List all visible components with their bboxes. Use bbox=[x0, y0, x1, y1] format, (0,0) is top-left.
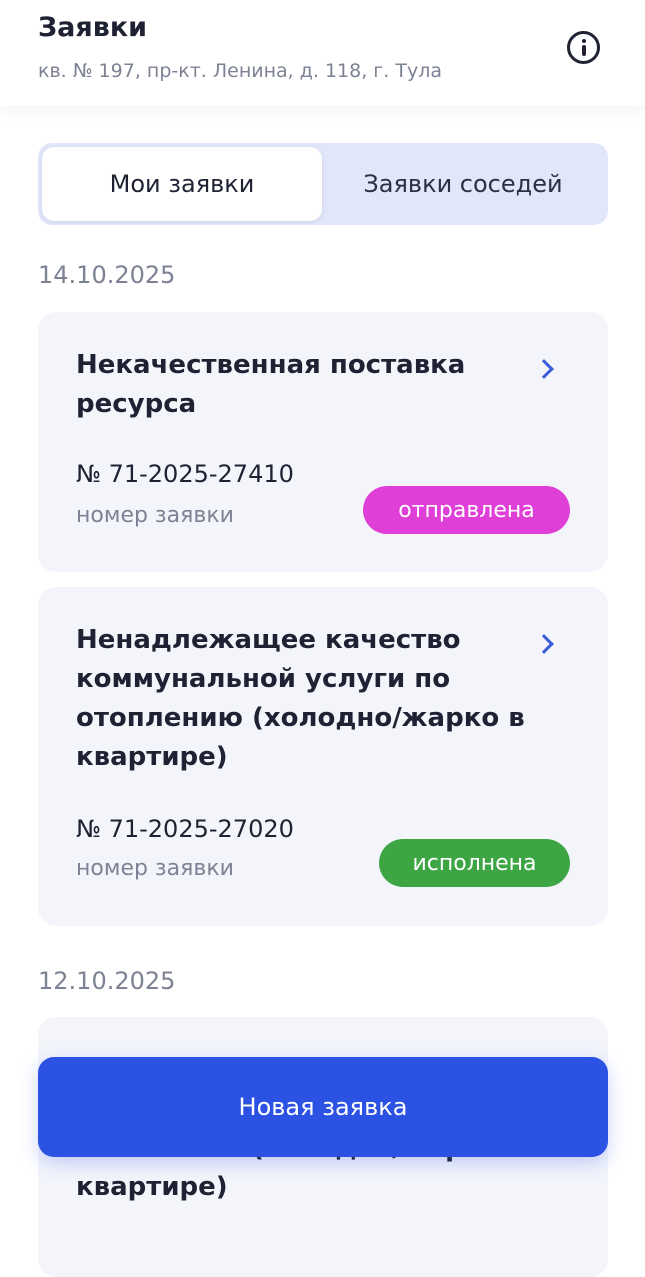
info-icon[interactable] bbox=[567, 31, 600, 64]
chevron-right-icon bbox=[534, 359, 554, 379]
info-icon-stem bbox=[581, 45, 586, 56]
date-group-label: 12.10.2025 bbox=[38, 967, 176, 995]
request-card[interactable]: Ненадлежащее качество коммунальной услуг… bbox=[38, 587, 608, 926]
request-number: № 71-2025-27020 bbox=[76, 815, 294, 843]
chevron-right-icon bbox=[534, 634, 554, 654]
tab-my-requests[interactable]: Мои заявки bbox=[42, 147, 322, 221]
request-number: № 71-2025-27410 bbox=[76, 460, 294, 488]
request-title: Некачественная поставка ресурса bbox=[76, 350, 466, 419]
page-title: Заявки bbox=[38, 12, 148, 43]
request-card[interactable]: Некачественная поставка ресурса № 71-202… bbox=[38, 312, 608, 572]
status-badge: отправлена bbox=[363, 486, 570, 534]
tab-neighbors-requests[interactable]: Заявки соседей bbox=[322, 147, 604, 221]
request-title: Ненадлежащее качество коммунальной услуг… bbox=[76, 625, 525, 772]
address-subtitle: кв. № 197, пр-кт. Ленина, д. 118, г. Тул… bbox=[38, 60, 443, 82]
status-badge: исполнена bbox=[379, 839, 570, 887]
info-icon-dot bbox=[581, 39, 586, 43]
request-number-caption: номер заявки bbox=[76, 503, 234, 528]
new-request-button[interactable]: Новая заявка bbox=[38, 1057, 608, 1157]
date-group-label: 14.10.2025 bbox=[38, 261, 176, 289]
request-number-caption: номер заявки bbox=[76, 856, 234, 881]
requests-segmented-control: Мои заявки Заявки соседей bbox=[38, 143, 608, 225]
app-header: Заявки кв. № 197, пр-кт. Ленина, д. 118,… bbox=[0, 0, 645, 106]
